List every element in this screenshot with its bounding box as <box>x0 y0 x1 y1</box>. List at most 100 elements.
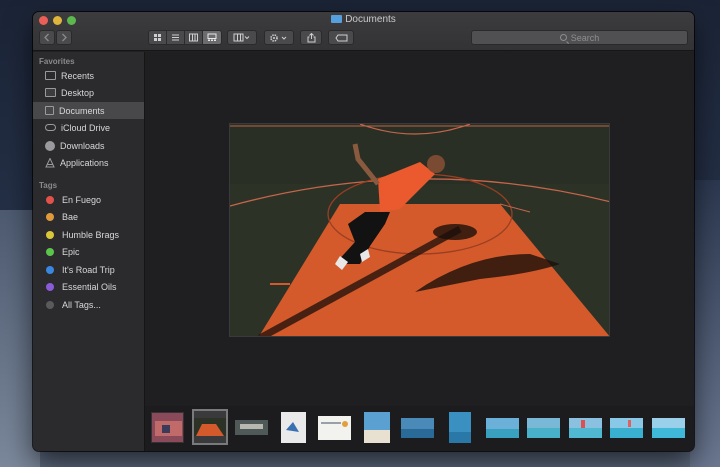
sidebar-tag-bae[interactable]: Bae <box>33 208 144 225</box>
thumbnail-image <box>364 412 390 443</box>
list-view-button[interactable] <box>167 31 185 44</box>
thumbnail[interactable] <box>486 412 519 443</box>
search-icon <box>559 34 567 41</box>
sidebar-item-label: Desktop <box>61 87 95 98</box>
tag-color-dot <box>46 265 54 274</box>
tags-header: Tags <box>39 181 58 190</box>
thumbnail[interactable] <box>364 412 390 443</box>
icon-view-button[interactable] <box>149 31 167 44</box>
sidebar-item-label: En Fuego <box>62 194 102 205</box>
group-icon <box>233 33 250 42</box>
download-icon <box>45 140 55 151</box>
thumbnail[interactable] <box>151 412 184 443</box>
sidebar-item-label: Applications <box>60 157 109 168</box>
applications-icon <box>45 157 55 167</box>
thumbnail-image <box>610 418 643 438</box>
sidebar-item-label: iCloud Drive <box>61 122 111 133</box>
thumbnail-image <box>652 418 685 438</box>
gallery-view-button[interactable] <box>203 31 221 44</box>
sidebar-item-desktop[interactable]: Desktop <box>33 84 144 101</box>
gallery-preview-image[interactable] <box>229 123 610 337</box>
grid-icon <box>154 34 161 41</box>
gallery-content <box>145 52 694 451</box>
window-title-text: Documents <box>345 14 396 25</box>
window-title: Documents <box>33 14 694 25</box>
sidebar-item-recents[interactable]: Recents <box>33 67 144 84</box>
sidebar-tag-epic[interactable]: Epic <box>33 243 144 260</box>
sidebar-item-label: Recents <box>61 70 95 81</box>
thumbnail-image <box>527 418 560 438</box>
sidebar-item-label: It's Road Trip <box>62 264 115 275</box>
sidebar-tag-road-trip[interactable]: It's Road Trip <box>33 261 144 278</box>
thumbnail[interactable] <box>318 412 351 443</box>
thumbnail[interactable] <box>652 412 685 443</box>
sidebar-item-label: Essential Oils <box>62 281 117 292</box>
forward-button[interactable] <box>56 30 72 45</box>
tag-color-dot <box>46 212 54 221</box>
tag-color-dot <box>46 300 54 309</box>
tag-color-dot <box>46 282 54 291</box>
thumbnail-image <box>152 413 183 442</box>
list-icon <box>172 34 179 41</box>
tag-color-dot <box>46 230 54 239</box>
chevron-right-icon <box>62 33 67 42</box>
sidebar-item-applications[interactable]: Applications <box>33 154 144 171</box>
favorites-header: Favorites <box>39 57 75 66</box>
action-button[interactable] <box>264 30 294 45</box>
sidebar-item-label: Downloads <box>60 140 105 151</box>
sidebar-all-tags[interactable]: All Tags... <box>33 296 144 313</box>
thumbnail-image <box>486 418 519 438</box>
document-icon <box>45 106 54 115</box>
search-placeholder: Search <box>570 32 600 43</box>
sidebar-tag-en-fuego[interactable]: En Fuego <box>33 191 144 208</box>
sidebar-item-label: Bae <box>62 211 79 222</box>
view-mode-control[interactable] <box>148 30 222 45</box>
thumbnail-image <box>281 412 306 443</box>
share-button[interactable] <box>300 30 322 45</box>
back-button[interactable] <box>39 30 55 45</box>
thumbnail-image <box>235 420 268 435</box>
folder-icon <box>331 15 343 23</box>
desktop-wallpaper-right <box>690 180 720 467</box>
basketball-court-photo <box>230 124 609 336</box>
sidebar-item-icloud-drive[interactable]: iCloud Drive <box>33 119 144 136</box>
thumbnail[interactable] <box>569 412 602 443</box>
gear-icon <box>270 33 287 42</box>
thumbnail[interactable] <box>527 412 560 443</box>
thumbnail[interactable] <box>610 412 643 443</box>
thumbnail[interactable] <box>235 412 268 443</box>
tag-icon <box>334 34 347 41</box>
sidebar-item-label: All Tags... <box>62 299 101 310</box>
thumbnail-selected[interactable] <box>192 409 228 445</box>
sidebar-item-downloads[interactable]: Downloads <box>33 137 144 154</box>
sidebar-item-label: Epic <box>62 246 80 257</box>
sidebar: Favorites Recents Desktop Documents iClo… <box>33 52 145 451</box>
thumbnail-image <box>318 416 351 440</box>
finder-window: Documents Search Favorites Recents Deskt… <box>33 12 694 451</box>
column-view-button[interactable] <box>185 31 203 44</box>
desktop-icon <box>45 88 56 97</box>
share-icon <box>307 32 315 42</box>
search-field[interactable]: Search <box>471 30 688 45</box>
thumbnail-image <box>194 418 226 436</box>
thumbnail-image <box>449 412 471 443</box>
tags-button[interactable] <box>328 30 354 45</box>
thumbnail[interactable] <box>449 412 471 443</box>
group-by-button[interactable] <box>227 30 257 45</box>
thumbnail[interactable] <box>401 412 434 443</box>
thumbnail[interactable] <box>281 412 306 443</box>
tag-color-dot <box>46 195 54 204</box>
sidebar-tag-essential-oils[interactable]: Essential Oils <box>33 278 144 295</box>
thumbnail-image <box>569 418 602 438</box>
clock-icon <box>45 71 56 80</box>
title-bar: Documents Search <box>33 12 694 51</box>
thumbnail-image <box>401 418 434 438</box>
sidebar-item-label: Humble Brags <box>62 229 120 240</box>
gallery-icon <box>207 33 217 41</box>
tag-color-dot <box>46 247 54 256</box>
sidebar-item-documents[interactable]: Documents <box>33 102 144 119</box>
chevron-left-icon <box>44 33 49 42</box>
sidebar-tag-humble-brags[interactable]: Humble Brags <box>33 226 144 243</box>
sidebar-item-label: Documents <box>59 105 105 116</box>
cloud-icon <box>45 124 56 131</box>
